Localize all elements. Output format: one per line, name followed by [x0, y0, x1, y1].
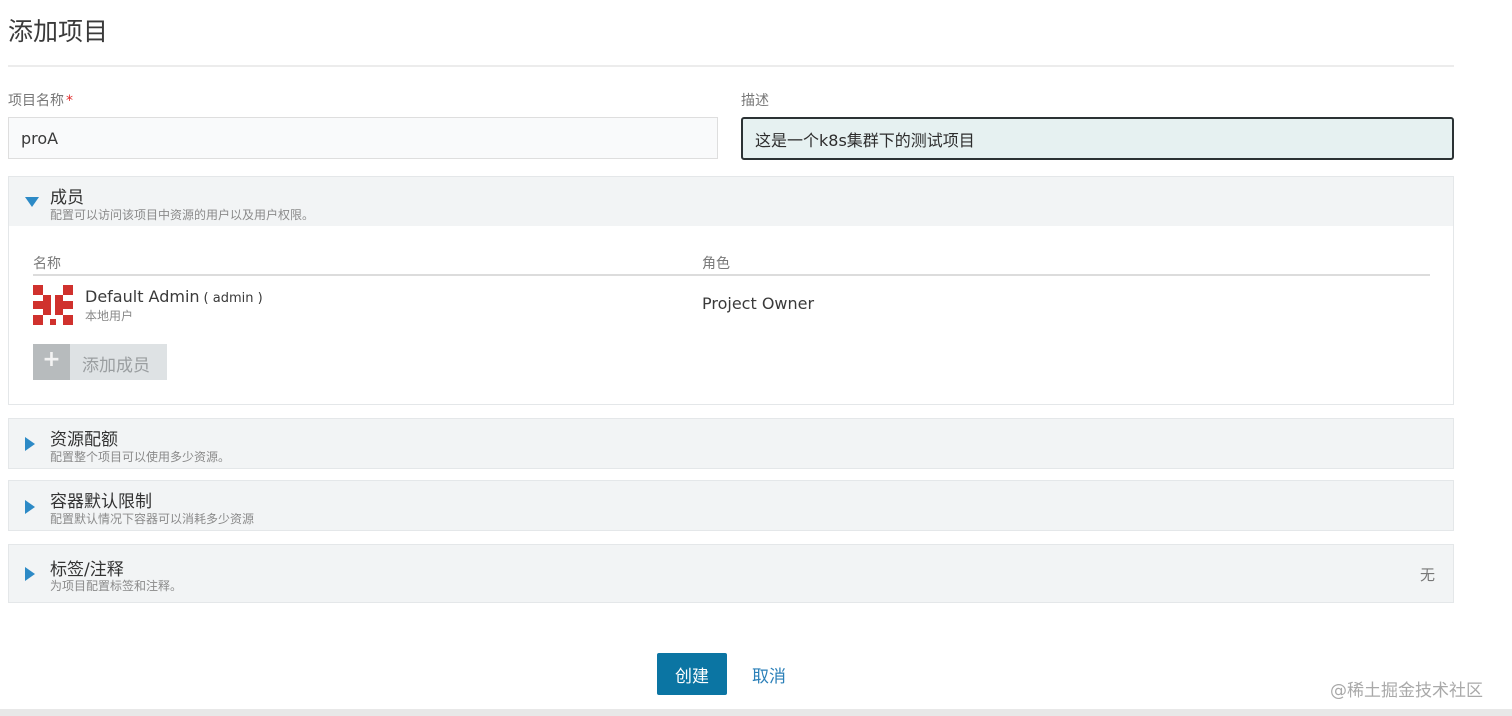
required-mark: * — [66, 93, 73, 109]
members-section-title: 成员 — [50, 188, 84, 208]
watermark: @稀土掘金技术社区 — [1330, 681, 1483, 701]
labels-status: 无 — [1419, 566, 1435, 584]
members-section-subtitle: 配置可以访问该项目中资源的用户以及用户权限。 — [50, 208, 315, 222]
project-name-label: 项目名称 * — [8, 90, 73, 110]
description-input[interactable] — [741, 117, 1454, 160]
member-display-name: Default Admin — [85, 287, 200, 306]
bottom-scrollbar — [0, 709, 1512, 716]
description-label: 描述 — [741, 93, 769, 109]
container-limits-title: 容器默认限制 — [50, 492, 152, 512]
resource-quota-title: 资源配额 — [50, 430, 118, 450]
resource-quota-subtitle: 配置整个项目可以使用多少资源。 — [50, 450, 231, 464]
member-username: ( admin ) — [203, 291, 263, 306]
column-header-name: 名称 — [33, 256, 61, 272]
project-name-input[interactable] — [8, 117, 718, 159]
member-name: Default Admin( admin ) — [85, 287, 263, 306]
container-limits-subtitle: 配置默认情况下容器可以消耗多少资源 — [50, 512, 255, 526]
labels-section-header[interactable]: 标签/注释 为项目配置标签和注释。 无 — [8, 544, 1454, 603]
add-member-label: 添加成员 — [82, 356, 150, 376]
identicon-avatar — [33, 285, 73, 325]
caret-right-icon — [25, 437, 35, 451]
labels-subtitle: 为项目配置标签和注释。 — [50, 579, 183, 593]
cancel-link[interactable]: 取消 — [752, 662, 786, 687]
caret-down-icon — [25, 197, 39, 207]
create-button[interactable]: 创建 — [657, 653, 727, 695]
members-section-header[interactable]: 成员 配置可以访问该项目中资源的用户以及用户权限。 — [8, 176, 1454, 227]
caret-right-icon — [25, 567, 35, 581]
container-limits-section-header[interactable]: 容器默认限制 配置默认情况下容器可以消耗多少资源 — [8, 480, 1454, 531]
resource-quota-section-header[interactable]: 资源配额 配置整个项目可以使用多少资源。 — [8, 418, 1454, 469]
column-header-role: 角色 — [702, 256, 730, 272]
member-type: 本地用户 — [85, 309, 134, 323]
caret-right-icon — [25, 500, 35, 514]
project-name-label-text: 项目名称 — [8, 93, 64, 109]
page-title: 添加项目 — [8, 17, 109, 46]
table-header-divider — [33, 274, 1430, 276]
members-section-body: 名称 角色 Default Admin( admin ) 本地用户 Projec… — [8, 226, 1454, 405]
title-divider — [8, 65, 1454, 67]
plus-glyph: + — [42, 347, 61, 372]
add-member-button[interactable]: + 添加成员 — [33, 344, 167, 380]
plus-icon: + — [33, 344, 70, 380]
member-role[interactable]: Project Owner — [702, 294, 814, 313]
